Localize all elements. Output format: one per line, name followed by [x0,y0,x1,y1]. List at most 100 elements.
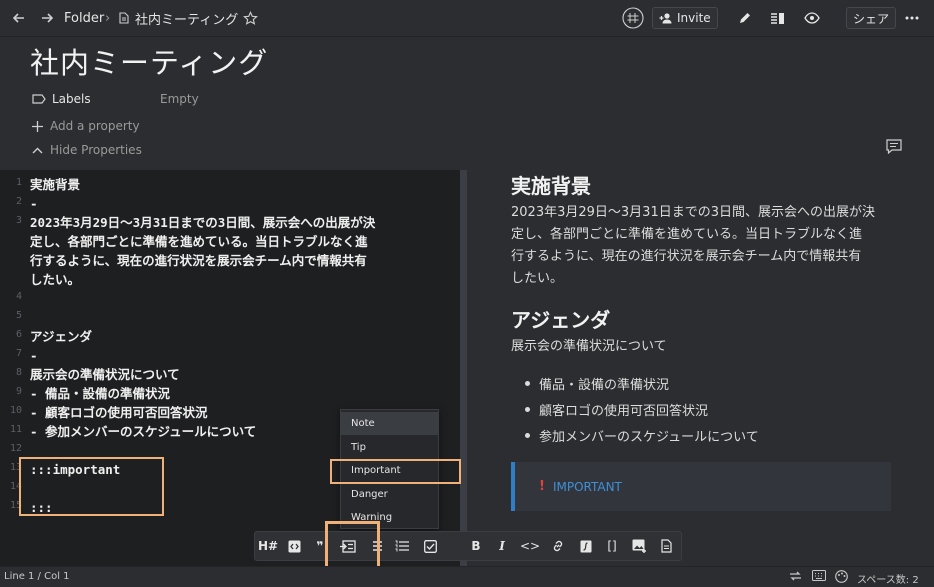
menu-item-important[interactable]: Important [341,459,438,482]
forward-arrow-icon[interactable] [38,0,56,36]
code-line[interactable]: 定し、各部門ごとに準備を進めている。当日トラブルなく進 [30,232,368,251]
code-line[interactable]: 展示会の準備状況について [30,365,180,384]
comment-icon[interactable] [886,139,902,154]
line-number: 13 [9,462,22,473]
top-bar: Folder › 社内ミーティング Invite シェア [0,0,934,37]
breadcrumb-document[interactable]: 社内ミーティング [135,0,238,36]
line-number: 7 [15,348,22,359]
line-number: 9 [15,386,22,397]
hide-properties-label: Hide Properties [50,143,142,157]
bullet-list-button[interactable] [365,532,387,560]
sync-icon[interactable] [789,570,802,582]
add-property-label: Add a property [50,119,140,133]
line-number: 11 [9,424,22,435]
math-icon [580,540,592,553]
checklist-button[interactable] [419,532,441,560]
bold-button[interactable]: B [465,532,487,560]
insert-image-button[interactable] [629,532,651,560]
pane-divider[interactable] [460,170,467,566]
palette-icon[interactable] [835,570,848,583]
split-view-icon[interactable] [767,0,787,36]
page-title[interactable]: 社内ミーティング [30,40,268,82]
pencil-icon[interactable] [735,0,755,36]
math-button[interactable] [575,532,597,560]
numbered-list-icon [395,540,409,552]
label-tag-icon [32,94,46,104]
labels-label: Labels [52,92,91,106]
keyboard-icon[interactable] [812,570,826,581]
code-line[interactable]: - [30,346,38,365]
line-number: 8 [15,367,22,378]
preview-heading-2: アジェンダ [511,308,611,332]
plus-icon [32,120,43,132]
brackets-button[interactable]: [] [601,532,623,560]
invite-label: Invite [677,11,711,25]
code-line[interactable]: したい。 [30,270,80,289]
line-number: 12 [9,443,22,454]
code-line[interactable]: アジェンダ [30,327,92,346]
template-button[interactable] [655,532,677,560]
cursor-position: Line 1 / Col 1 [4,571,70,582]
italic-button[interactable]: I [491,532,513,560]
line-number: 6 [15,329,22,340]
line-number: 3 [15,215,22,226]
preview-paragraph-line: 2023年3月29日～3月31日までの3日間、展示会への出展が決 [511,205,875,220]
code-block-button[interactable] [283,532,305,560]
indent-spaces[interactable]: スペース数: 2 [857,571,919,586]
more-options-icon[interactable] [902,0,922,36]
important-callout: ! IMPORTANT [511,462,891,511]
markdown-preview: 実施背景 2023年3月29日～3月31日までの3日間、展示会への出展が決 定し… [467,170,934,566]
invite-button[interactable]: Invite [652,7,718,29]
numbered-list-button[interactable] [391,532,413,560]
document-icon [117,0,131,36]
preview-paragraph-line: したい。 [511,271,564,286]
exclamation-icon: ! [539,479,545,494]
list-item-text: 顧客ロゴの使用可否回答状況 [539,404,709,419]
menu-item-warning[interactable]: Warning [341,506,438,529]
callout-button[interactable] [337,532,359,560]
callout-type-menu: Note Tip Important Danger Warning [340,409,439,529]
line-number: 15 [9,500,22,511]
hide-properties-button[interactable]: Hide Properties [32,143,142,157]
inline-code-button[interactable]: <> [519,532,541,560]
labels-property[interactable]: Labels [32,92,91,106]
preview-paragraph-line: 行するように、現在の進行状況を展示会チーム内で情報共有 [511,249,862,264]
preview-paragraph-line: 定し、各部門ごとに準備を進めている。当日トラブルなく進 [511,227,863,242]
share-button[interactable]: シェア [846,7,897,29]
menu-item-danger[interactable]: Danger [341,483,438,506]
eye-icon[interactable] [801,0,823,36]
code-line[interactable]: 行するように、現在の進行状況を展示会チーム内で情報共有 [30,251,367,270]
code-line[interactable]: :::important [30,460,120,479]
document-lines-icon [660,539,672,553]
line-number: 5 [15,310,22,321]
quote-button[interactable]: ❞ [309,532,331,560]
code-line[interactable]: - [30,194,38,213]
share-label: シェア [853,11,890,26]
star-icon[interactable] [241,0,259,36]
menu-item-note[interactable]: Note [341,412,438,435]
preview-paragraph-2: 展示会の準備状況について [511,339,667,354]
add-user-icon [659,12,673,24]
code-line[interactable]: - 参加メンバーのスケジュールについて [30,422,256,441]
code-line[interactable]: - 備品・設備の準備状況 [30,384,170,403]
line-number: 1 [15,177,22,188]
menu-item-tip[interactable]: Tip [341,436,438,459]
back-arrow-icon[interactable] [10,0,28,36]
code-line[interactable]: 2023年3月29日～3月31日までの3日間、展示会への出展が決 [30,213,375,232]
code-block-icon [288,540,301,553]
code-line[interactable]: ::: [30,498,53,517]
chevron-up-icon [32,147,43,154]
code-line[interactable]: 実施背景 [30,175,80,194]
preview-heading-1: 実施背景 [511,174,591,198]
labels-value[interactable]: Empty [160,92,199,106]
link-button[interactable] [547,532,569,560]
add-property-button[interactable]: Add a property [32,119,140,133]
list-item-text: 備品・設備の準備状況 [539,378,670,393]
line-number: 10 [9,405,22,416]
hash-grid-icon[interactable] [621,0,645,36]
breadcrumb-folder[interactable]: Folder [64,0,104,36]
callout-label: IMPORTANT [552,479,622,494]
heading-button[interactable]: H# [257,532,279,560]
line-number: 14 [9,481,22,492]
code-line[interactable]: - 顧客ロゴの使用可否回答状況 [30,403,208,422]
